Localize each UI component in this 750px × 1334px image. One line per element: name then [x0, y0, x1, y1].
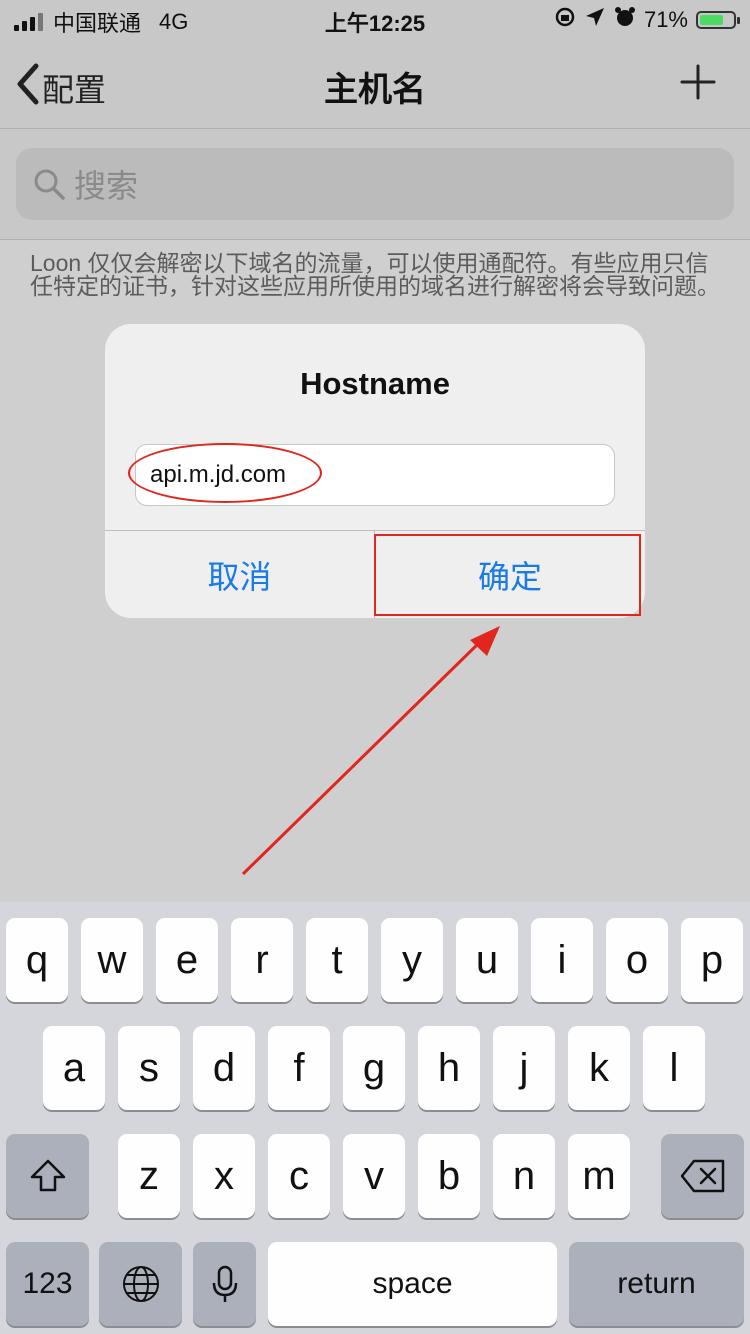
- key-i[interactable]: i: [531, 918, 593, 1002]
- key-c[interactable]: c: [268, 1134, 330, 1218]
- key-l[interactable]: l: [643, 1026, 705, 1110]
- key-v[interactable]: v: [343, 1134, 405, 1218]
- key-b[interactable]: b: [418, 1134, 480, 1218]
- key-n[interactable]: n: [493, 1134, 555, 1218]
- shift-key[interactable]: [6, 1134, 89, 1218]
- globe-key[interactable]: [99, 1242, 182, 1326]
- key-j[interactable]: j: [493, 1026, 555, 1110]
- key-w[interactable]: w: [81, 918, 143, 1002]
- numbers-key[interactable]: 123: [6, 1242, 89, 1326]
- key-q[interactable]: q: [6, 918, 68, 1002]
- key-y[interactable]: y: [381, 918, 443, 1002]
- key-t[interactable]: t: [306, 918, 368, 1002]
- key-k[interactable]: k: [568, 1026, 630, 1110]
- key-m[interactable]: m: [568, 1134, 630, 1218]
- key-f[interactable]: f: [268, 1026, 330, 1110]
- key-g[interactable]: g: [343, 1026, 405, 1110]
- globe-icon: [122, 1266, 159, 1302]
- shift-icon: [30, 1159, 65, 1192]
- key-z[interactable]: z: [118, 1134, 180, 1218]
- key-d[interactable]: d: [193, 1026, 255, 1110]
- key-s[interactable]: s: [118, 1026, 180, 1110]
- key-a[interactable]: a: [43, 1026, 105, 1110]
- microphone-icon: [212, 1265, 237, 1302]
- key-h[interactable]: h: [418, 1026, 480, 1110]
- return-key[interactable]: return: [569, 1242, 744, 1326]
- space-key[interactable]: space: [268, 1242, 557, 1326]
- keyboard: qwertyuiop asdfghjkl zxcvbnm 123 space r…: [0, 902, 750, 1334]
- key-p[interactable]: p: [681, 918, 743, 1002]
- key-o[interactable]: o: [606, 918, 668, 1002]
- key-r[interactable]: r: [231, 918, 293, 1002]
- backspace-icon: [680, 1159, 724, 1193]
- key-u[interactable]: u: [456, 918, 518, 1002]
- delete-key[interactable]: [661, 1134, 744, 1218]
- key-e[interactable]: e: [156, 918, 218, 1002]
- dictation-key[interactable]: [193, 1242, 256, 1326]
- key-x[interactable]: x: [193, 1134, 255, 1218]
